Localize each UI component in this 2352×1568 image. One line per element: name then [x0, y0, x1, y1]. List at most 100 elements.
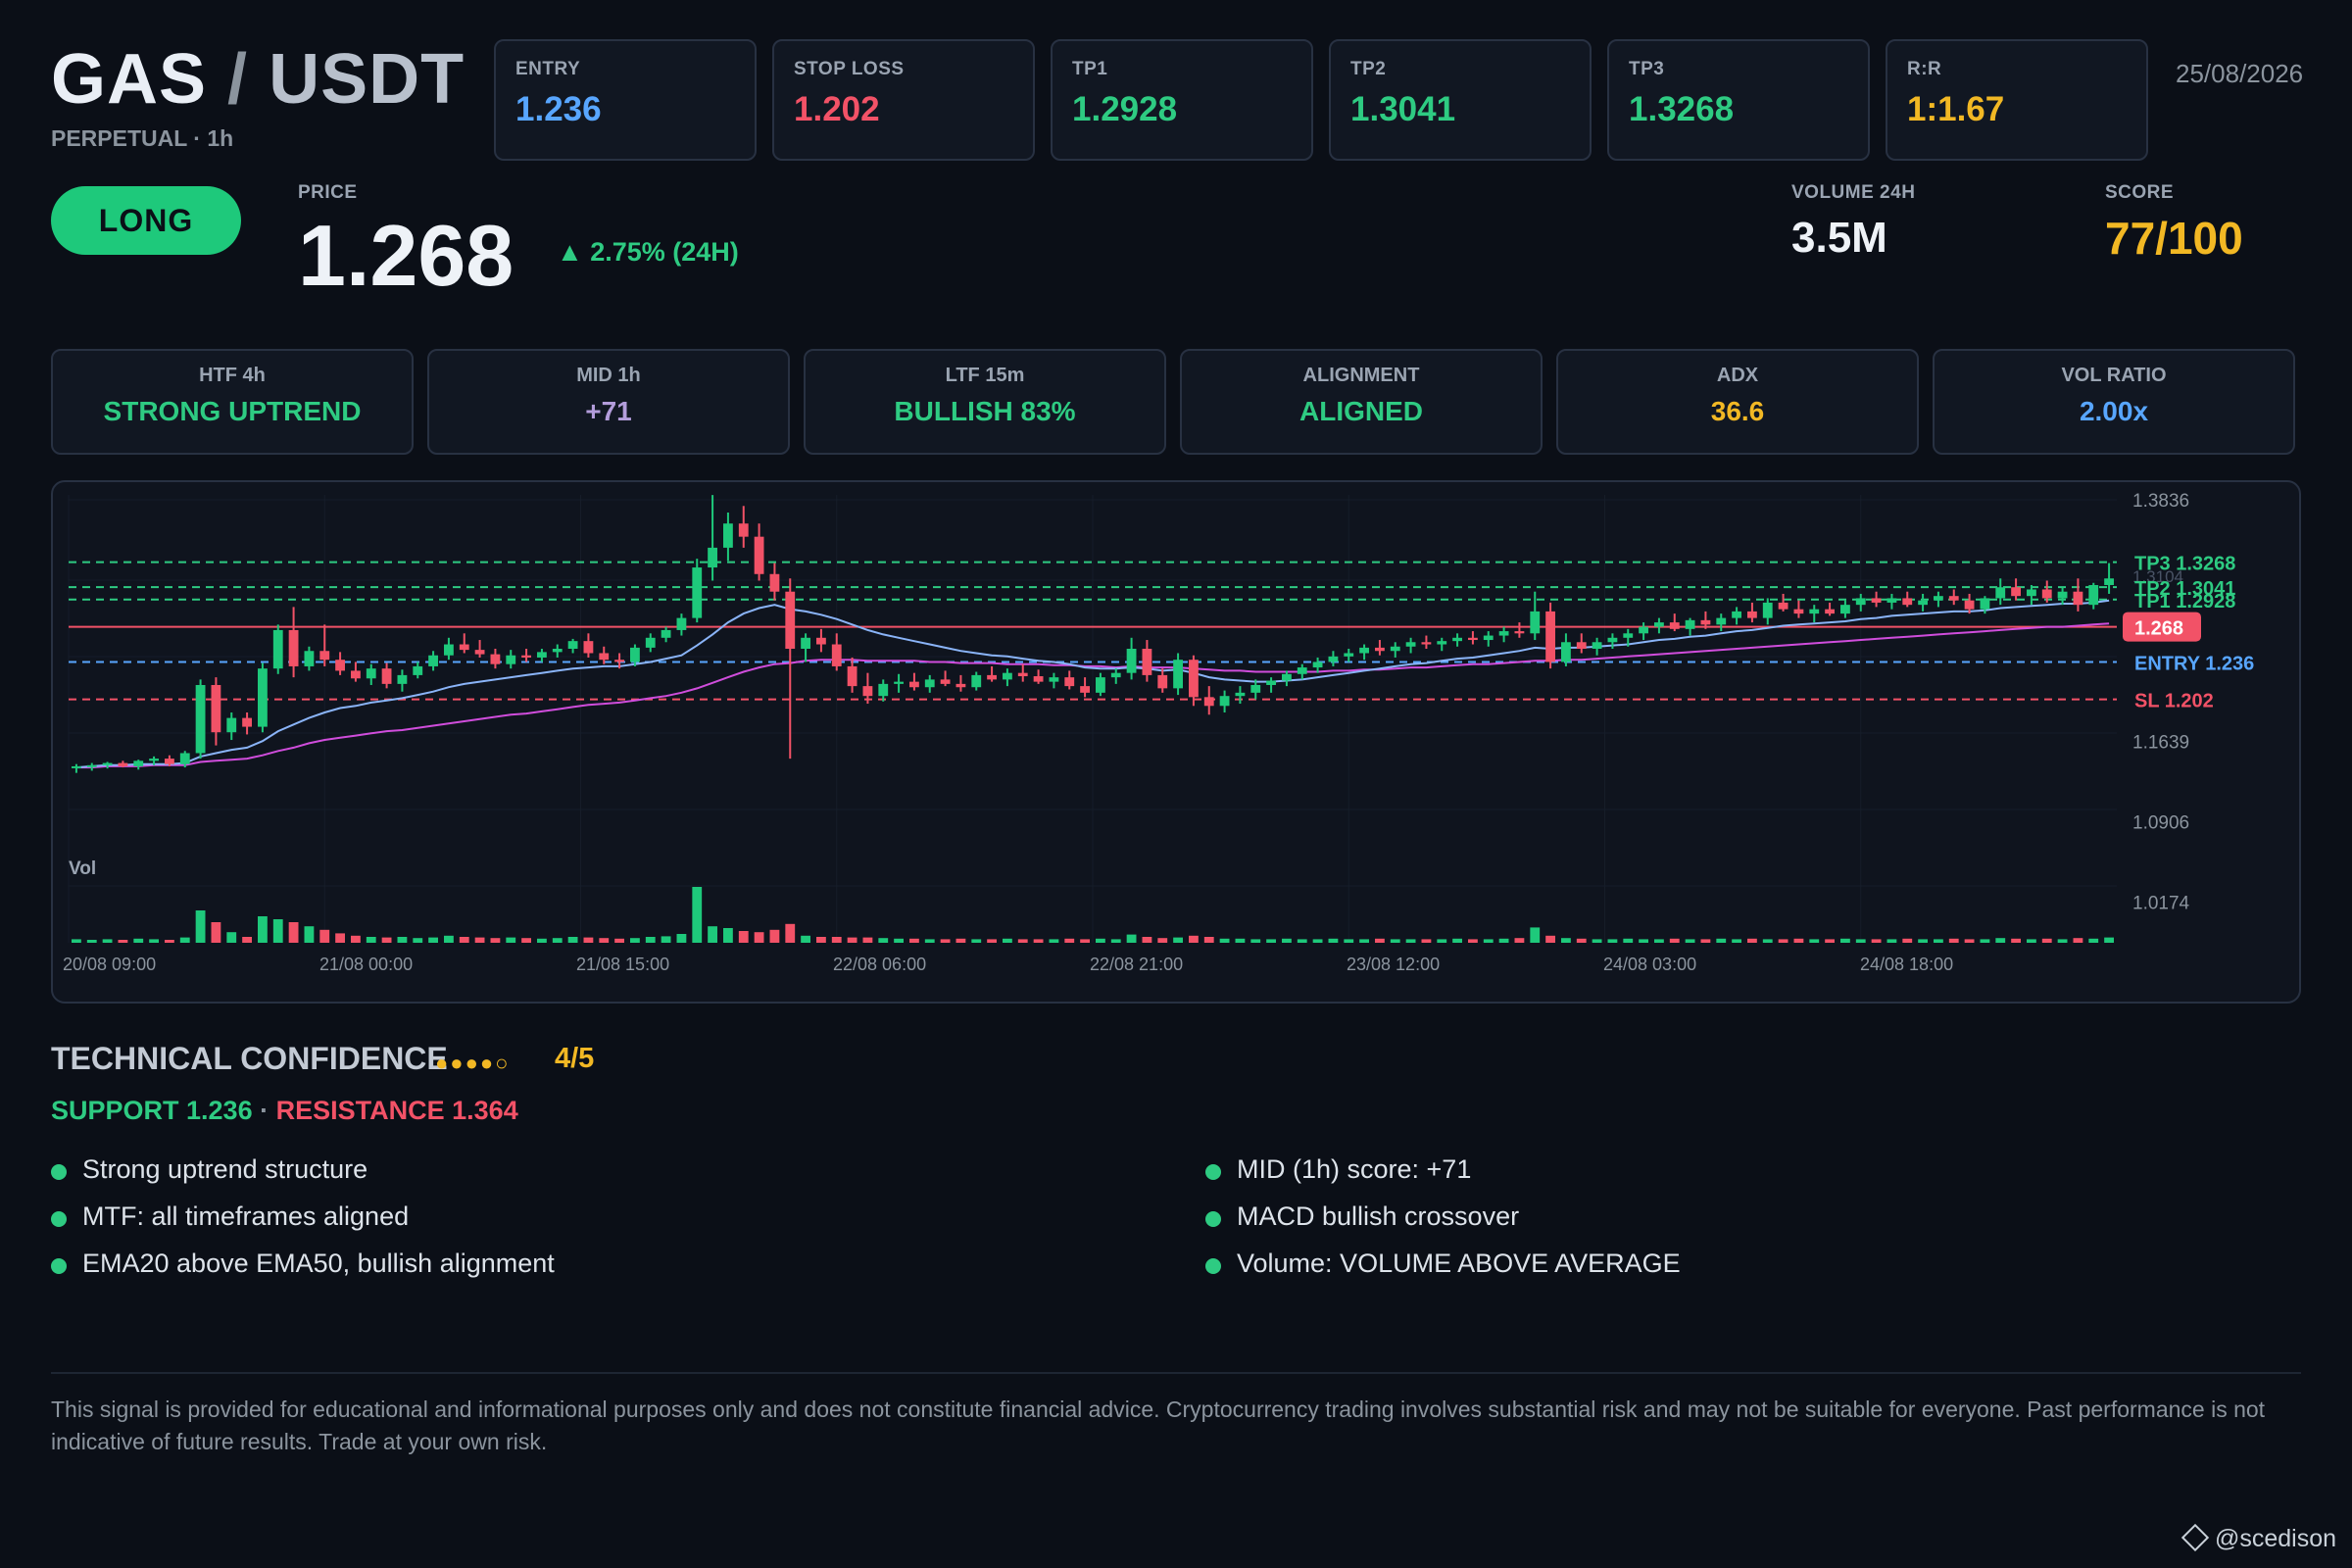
candle-body [165, 759, 174, 764]
candle-body [2073, 591, 2083, 606]
volume-bar [987, 939, 997, 943]
volume-bar [258, 916, 268, 943]
x-tick-label: 24/08 03:00 [1603, 955, 1696, 974]
volume-bar [1344, 939, 1354, 943]
volume-bar [1017, 939, 1028, 943]
volume-bar [878, 938, 889, 943]
volume-bar [1452, 938, 1462, 943]
volume-bar [1437, 939, 1447, 943]
x-tick-label: 22/08 06:00 [833, 955, 926, 974]
candle-body [1871, 598, 1882, 603]
candle-body [118, 762, 128, 766]
x-tick-label: 20/08 09:00 [63, 955, 156, 974]
candle-body [769, 573, 780, 592]
candle-body [1312, 662, 1323, 668]
candle-body [319, 651, 330, 661]
candle-body [1654, 622, 1664, 627]
candle-body [1980, 598, 1990, 610]
volume-bar [956, 938, 966, 943]
volume-bar [599, 938, 610, 943]
candle-body [1359, 647, 1369, 654]
volume-bar [1561, 938, 1571, 943]
candle-body [1173, 660, 1183, 689]
volume-bar [2057, 939, 2068, 943]
reason-item: Volume: VOLUME ABOVE AVERAGE [1205, 1249, 1681, 1279]
volume-bar [72, 939, 81, 943]
candle-body [1623, 633, 1634, 638]
reason-item: MACD bullish crossover [1205, 1201, 1519, 1232]
candle-body [1700, 619, 1711, 625]
candle-body [1902, 598, 1913, 606]
candle-body [102, 762, 113, 765]
volume-bar [1126, 934, 1137, 943]
volume-bar [1514, 938, 1525, 943]
volume-bar [1080, 939, 1090, 943]
candle-body [381, 668, 392, 684]
volume-bar [1282, 938, 1292, 943]
volume-bar [1545, 935, 1555, 943]
volume-bar [195, 910, 206, 943]
volume-bar [1250, 939, 1261, 943]
candle-body [987, 674, 997, 680]
candle-body [1266, 680, 1276, 685]
price-marker-label: 1.268 [2134, 618, 2183, 640]
reason-item: Strong uptrend structure [51, 1154, 368, 1185]
volume-bar [1809, 939, 1820, 943]
candle-body [1203, 697, 1214, 707]
volume-bar [211, 922, 221, 943]
volume-bar [785, 923, 796, 943]
watermark: @scedison [2180, 1523, 2336, 1553]
candle-body [1219, 696, 1230, 707]
candle-body [226, 717, 237, 733]
volume-bar [1732, 939, 1741, 943]
volume-bar [428, 937, 438, 943]
candle-body [676, 617, 687, 630]
volume-bar [1778, 939, 1788, 943]
candle-body [1049, 677, 1059, 682]
volume-bar [226, 932, 237, 943]
volume-bar [1886, 939, 1897, 943]
volume-bar [179, 937, 190, 943]
candle-body [1964, 600, 1975, 610]
candle-body [862, 686, 873, 697]
volume-bar [676, 934, 687, 943]
volume-bar [1934, 939, 1943, 943]
level-label: SL 1.202 [2134, 691, 2214, 712]
volume-bar [1700, 939, 1711, 943]
volume-bar [894, 938, 904, 943]
volume-bar [272, 919, 283, 943]
volume-bar [1297, 939, 1307, 943]
candle-body [335, 660, 345, 671]
volume-bar [1964, 939, 1975, 943]
candle-body [1918, 600, 1928, 606]
candle-body [1514, 631, 1525, 634]
candle-body [1110, 672, 1121, 678]
candle-body [645, 637, 656, 648]
confidence-score: 4/5 [555, 1043, 595, 1074]
volume-bar [1328, 938, 1339, 943]
volume-bar [1375, 938, 1385, 943]
candle-body [1825, 609, 1835, 614]
y-tick-label: 1.0906 [2132, 812, 2189, 833]
volume-bar [2073, 938, 2083, 943]
candle-body [521, 655, 531, 658]
volume-bar [1483, 939, 1494, 943]
volume-bar [1219, 938, 1230, 943]
volume-bar [1064, 938, 1075, 943]
candle-body [1017, 672, 1028, 677]
candle-body [1250, 684, 1261, 693]
volume-bar [909, 938, 919, 943]
candle-body [552, 649, 563, 653]
candle-body [1530, 611, 1541, 634]
candle-body [1685, 619, 1695, 629]
volume-bar [692, 887, 703, 943]
y-tick-label: 1.3836 [2132, 491, 2189, 512]
candle-body [1297, 667, 1307, 674]
volume-bar [831, 937, 842, 943]
confidence-title: TECHNICAL CONFIDENCE [51, 1041, 448, 1076]
candle-body [1561, 642, 1571, 662]
volume-bar [1576, 938, 1587, 943]
candle-body [195, 684, 206, 754]
volume-bar [459, 937, 469, 943]
volume-bar [1855, 939, 1866, 943]
